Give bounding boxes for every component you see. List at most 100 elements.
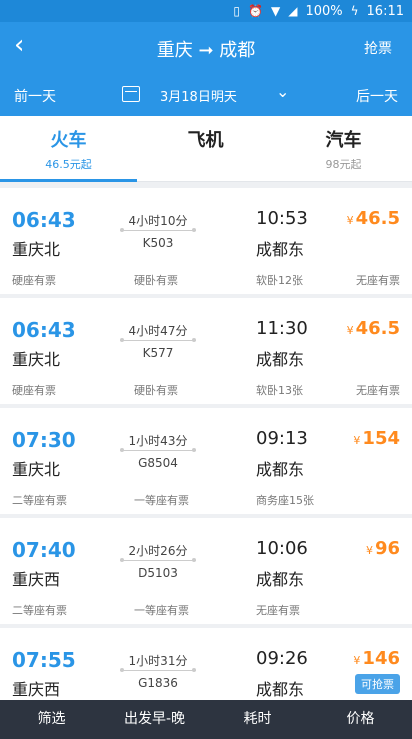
train-number: G1836	[138, 676, 178, 690]
seat-availability: 硬座有票	[12, 274, 56, 287]
route-line	[120, 228, 196, 232]
alarm-icon: ⏰	[248, 4, 263, 18]
ticket-price: ¥154	[353, 428, 400, 449]
price-value: 96	[374, 538, 400, 559]
seat-availability: 无座有票	[356, 274, 400, 287]
transport-tabs: 火车 46.5元起 飞机 汽车 98元起	[0, 116, 412, 182]
seat-availability: 二等座有票	[12, 494, 67, 507]
departure-station: 重庆北	[12, 350, 61, 369]
trip-duration: 1小时43分	[128, 434, 188, 448]
arrival-time: 11:30	[256, 318, 308, 339]
grab-available-badge[interactable]: 可抢票	[355, 674, 400, 694]
tab-bus[interactable]: 汽车 98元起	[275, 116, 412, 182]
yen-sign: ¥	[346, 324, 354, 337]
seat-availability: 一等座有票	[134, 604, 189, 617]
tab-train[interactable]: 火车 46.5元起	[0, 116, 137, 182]
departure-station: 重庆西	[12, 570, 61, 589]
arrival-time: 09:13	[256, 428, 308, 449]
departure-time: 07:30	[12, 428, 76, 452]
arrival-station: 成都东	[256, 460, 305, 479]
date-bar: 前一天 3月18日明天 ⌄ 后一天	[0, 74, 412, 116]
route-line	[120, 668, 196, 672]
train-card[interactable]: 06:43 重庆北 4小时47分 K577 11:30 成都东 ¥46.5 硬座有票 硬卧有票 软…	[0, 298, 412, 404]
grab-ticket-button[interactable]: 抢票	[364, 38, 392, 58]
price-value: 154	[362, 428, 400, 449]
charging-icon: ϟ	[350, 4, 359, 18]
seat-availability: 硬卧有票	[134, 384, 178, 397]
route-line	[120, 338, 196, 342]
bottom-sort-bar: 筛选 出发早-晚 耗时 价格	[0, 700, 412, 739]
train-card[interactable]: 06:43 重庆北 4小时10分 K503 10:53 成都东 ¥46.5 硬座有票 硬卧有票 软…	[0, 188, 412, 294]
departure-station: 重庆北	[12, 460, 61, 479]
yen-sign: ¥	[346, 214, 354, 227]
ticket-price: ¥46.5	[347, 318, 400, 339]
train-number: K503	[142, 236, 174, 250]
departure-time: 06:43	[12, 318, 76, 342]
tab-label: 火车	[50, 130, 87, 151]
tab-min-price: 46.5元起	[45, 158, 92, 171]
next-day-button[interactable]: 后一天	[356, 86, 398, 106]
clock: 16:11	[366, 3, 404, 19]
arrival-time: 10:53	[256, 208, 308, 229]
vibrate-icon: ▯	[233, 4, 241, 18]
yen-sign: ¥	[353, 654, 361, 667]
departure-time: 07:40	[12, 538, 76, 562]
arrival-time: 10:06	[256, 538, 308, 559]
seat-availability: 软卧12张	[256, 274, 303, 287]
yen-sign: ¥	[353, 434, 361, 447]
train-card[interactable]: 07:40 重庆西 2小时26分 D5103 10:06 成都东 ¥96 二等座有票 一等座有票…	[0, 518, 412, 624]
arrival-station: 成都东	[256, 680, 305, 699]
route-title: 重庆 ➞ 成都	[156, 40, 256, 61]
tab-flight[interactable]: 飞机	[137, 116, 274, 182]
sort-price-button[interactable]: 价格	[309, 700, 412, 739]
arrival-station: 成都东	[256, 570, 305, 589]
train-card[interactable]: 07:30 重庆北 1小时43分 G8504 09:13 成都东 ¥154 二等座有票 一等座有…	[0, 408, 412, 514]
seat-availability: 无座有票	[356, 384, 400, 397]
trip-duration: 4小时10分	[128, 214, 188, 228]
calendar-icon[interactable]	[122, 86, 140, 102]
seat-availability: 二等座有票	[12, 604, 67, 617]
tab-min-price: 98元起	[325, 158, 362, 171]
ticket-price: ¥46.5	[347, 208, 400, 229]
train-list: 06:43 重庆北 4小时10分 K503 10:53 成都东 ¥46.5 硬座有票 硬卧有票软…	[0, 188, 412, 738]
tab-label: 汽车	[325, 130, 362, 151]
prev-day-button[interactable]: 前一天	[14, 86, 56, 106]
price-value: 146	[362, 648, 400, 669]
route-line	[120, 448, 196, 452]
ticket-price: ¥146	[353, 648, 400, 669]
seat-availability: 商务座15张	[256, 494, 314, 507]
trip-duration: 2小时26分	[128, 544, 188, 558]
arrival-time: 09:26	[256, 648, 308, 669]
train-number: D5103	[138, 566, 178, 580]
seat-availability: 软卧13张	[256, 384, 303, 397]
signal-icon: ◢	[288, 4, 298, 18]
trip-duration: 4小时47分	[128, 324, 188, 338]
train-number: K577	[142, 346, 174, 360]
departure-station: 重庆西	[12, 680, 61, 699]
seat-availability: 硬座有票	[12, 384, 56, 397]
status-bar: ▯ ⏰ ▼ ◢ 100% ϟ 16:11	[0, 0, 412, 22]
trip-duration: 1小时31分	[128, 654, 188, 668]
price-value: 46.5	[355, 318, 400, 339]
seat-availability: 硬卧有票	[134, 274, 178, 287]
ticket-price: ¥96	[366, 538, 400, 559]
seat-availability: 一等座有票	[134, 494, 189, 507]
yen-sign: ¥	[365, 544, 373, 557]
route-line	[120, 558, 196, 562]
chevron-down-icon[interactable]: ⌄	[276, 82, 289, 101]
date-selector[interactable]: 3月18日明天	[160, 86, 237, 105]
filter-button[interactable]: 筛选	[0, 700, 103, 739]
battery-level: 100%	[305, 3, 343, 19]
tab-label: 飞机	[187, 130, 224, 151]
wifi-icon: ▼	[270, 4, 281, 18]
sort-duration-button[interactable]: 耗时	[206, 700, 309, 739]
departure-station: 重庆北	[12, 240, 61, 259]
header-bar: ‹ 重庆 ➞ 成都 抢票	[0, 22, 412, 74]
arrival-station: 成都东	[256, 350, 305, 369]
train-number: G8504	[138, 456, 178, 470]
arrival-station: 成都东	[256, 240, 305, 259]
departure-time: 07:55	[12, 648, 76, 672]
departure-time: 06:43	[12, 208, 76, 232]
sort-depart-button[interactable]: 出发早-晚	[103, 700, 206, 739]
seat-availability: 无座有票	[256, 604, 300, 617]
